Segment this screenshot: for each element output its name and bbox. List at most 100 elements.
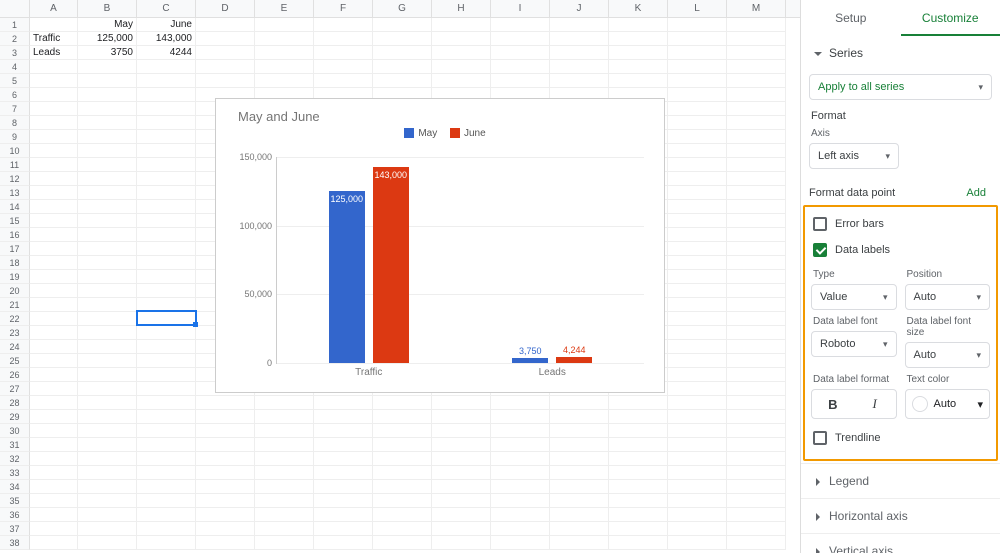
cell[interactable]	[609, 536, 668, 550]
cell[interactable]	[668, 410, 727, 424]
cell[interactable]	[196, 522, 255, 536]
col-header-H[interactable]: H	[432, 0, 491, 17]
row-header[interactable]: 30	[0, 424, 30, 438]
cell[interactable]	[432, 60, 491, 74]
cell[interactable]	[137, 340, 196, 354]
cell[interactable]	[78, 438, 137, 452]
cell[interactable]	[432, 18, 491, 32]
cell[interactable]	[727, 270, 786, 284]
cell[interactable]	[30, 242, 78, 256]
cell[interactable]	[668, 32, 727, 46]
cell[interactable]	[668, 46, 727, 60]
cell[interactable]	[314, 466, 373, 480]
cell[interactable]	[432, 46, 491, 60]
cell[interactable]	[727, 32, 786, 46]
cell[interactable]	[137, 438, 196, 452]
cell[interactable]	[314, 438, 373, 452]
cell[interactable]	[727, 522, 786, 536]
cell[interactable]	[727, 228, 786, 242]
cell[interactable]	[196, 438, 255, 452]
cell[interactable]	[727, 466, 786, 480]
cell[interactable]	[137, 410, 196, 424]
cell[interactable]	[668, 200, 727, 214]
col-header-I[interactable]: I	[491, 0, 550, 17]
cell[interactable]	[196, 466, 255, 480]
cell[interactable]	[196, 410, 255, 424]
cell[interactable]	[373, 32, 432, 46]
cell[interactable]	[196, 452, 255, 466]
cell[interactable]	[314, 494, 373, 508]
cell[interactable]: 143,000	[137, 32, 196, 46]
data-label-font-dropdown[interactable]: Roboto▾	[811, 331, 897, 357]
cell[interactable]	[668, 312, 727, 326]
cell[interactable]	[432, 480, 491, 494]
cell[interactable]	[373, 452, 432, 466]
col-header-G[interactable]: G	[373, 0, 432, 17]
cell[interactable]	[727, 382, 786, 396]
row-header[interactable]: 9	[0, 130, 30, 144]
cell[interactable]	[78, 74, 137, 88]
row-header[interactable]: 32	[0, 452, 30, 466]
row-header[interactable]: 24	[0, 340, 30, 354]
cell[interactable]	[727, 480, 786, 494]
cell[interactable]	[78, 494, 137, 508]
cell[interactable]	[314, 424, 373, 438]
cell[interactable]	[491, 508, 550, 522]
cell[interactable]	[137, 144, 196, 158]
cell[interactable]	[30, 396, 78, 410]
cell[interactable]	[30, 116, 78, 130]
col-header-D[interactable]: D	[196, 0, 255, 17]
cell[interactable]	[727, 46, 786, 60]
cell[interactable]	[78, 410, 137, 424]
col-header-A[interactable]: A	[30, 0, 78, 17]
cell[interactable]	[491, 32, 550, 46]
cell[interactable]	[78, 116, 137, 130]
cell[interactable]	[30, 144, 78, 158]
cell[interactable]	[314, 508, 373, 522]
cell[interactable]	[668, 270, 727, 284]
cell[interactable]	[727, 410, 786, 424]
cell[interactable]	[78, 158, 137, 172]
cell[interactable]	[550, 74, 609, 88]
cell[interactable]	[137, 536, 196, 550]
cell[interactable]	[668, 326, 727, 340]
cell[interactable]	[550, 18, 609, 32]
cell[interactable]	[373, 438, 432, 452]
cell[interactable]	[137, 480, 196, 494]
cell[interactable]	[609, 46, 668, 60]
cell[interactable]	[30, 438, 78, 452]
cell[interactable]: Traffic	[30, 32, 78, 46]
cell[interactable]	[196, 74, 255, 88]
cell[interactable]	[78, 214, 137, 228]
cell[interactable]	[432, 494, 491, 508]
cell[interactable]	[432, 396, 491, 410]
row-header[interactable]: 14	[0, 200, 30, 214]
cell[interactable]	[30, 270, 78, 284]
cell[interactable]	[668, 172, 727, 186]
cell[interactable]	[137, 102, 196, 116]
cell[interactable]	[727, 284, 786, 298]
cell[interactable]	[491, 410, 550, 424]
cell[interactable]	[668, 186, 727, 200]
cell[interactable]	[432, 32, 491, 46]
cell[interactable]	[432, 452, 491, 466]
cell[interactable]	[196, 46, 255, 60]
cell[interactable]	[78, 340, 137, 354]
cell[interactable]	[491, 438, 550, 452]
cell[interactable]	[727, 494, 786, 508]
cell[interactable]	[196, 32, 255, 46]
cell[interactable]	[314, 32, 373, 46]
row-header[interactable]: 13	[0, 186, 30, 200]
cell[interactable]	[727, 186, 786, 200]
cell[interactable]	[727, 298, 786, 312]
cell[interactable]	[30, 494, 78, 508]
cell[interactable]	[373, 522, 432, 536]
cell[interactable]	[314, 46, 373, 60]
row-header[interactable]: 7	[0, 102, 30, 116]
cell[interactable]	[373, 466, 432, 480]
cell[interactable]	[550, 494, 609, 508]
cell[interactable]	[196, 424, 255, 438]
cell[interactable]	[432, 466, 491, 480]
col-header-E[interactable]: E	[255, 0, 314, 17]
cell[interactable]	[137, 130, 196, 144]
